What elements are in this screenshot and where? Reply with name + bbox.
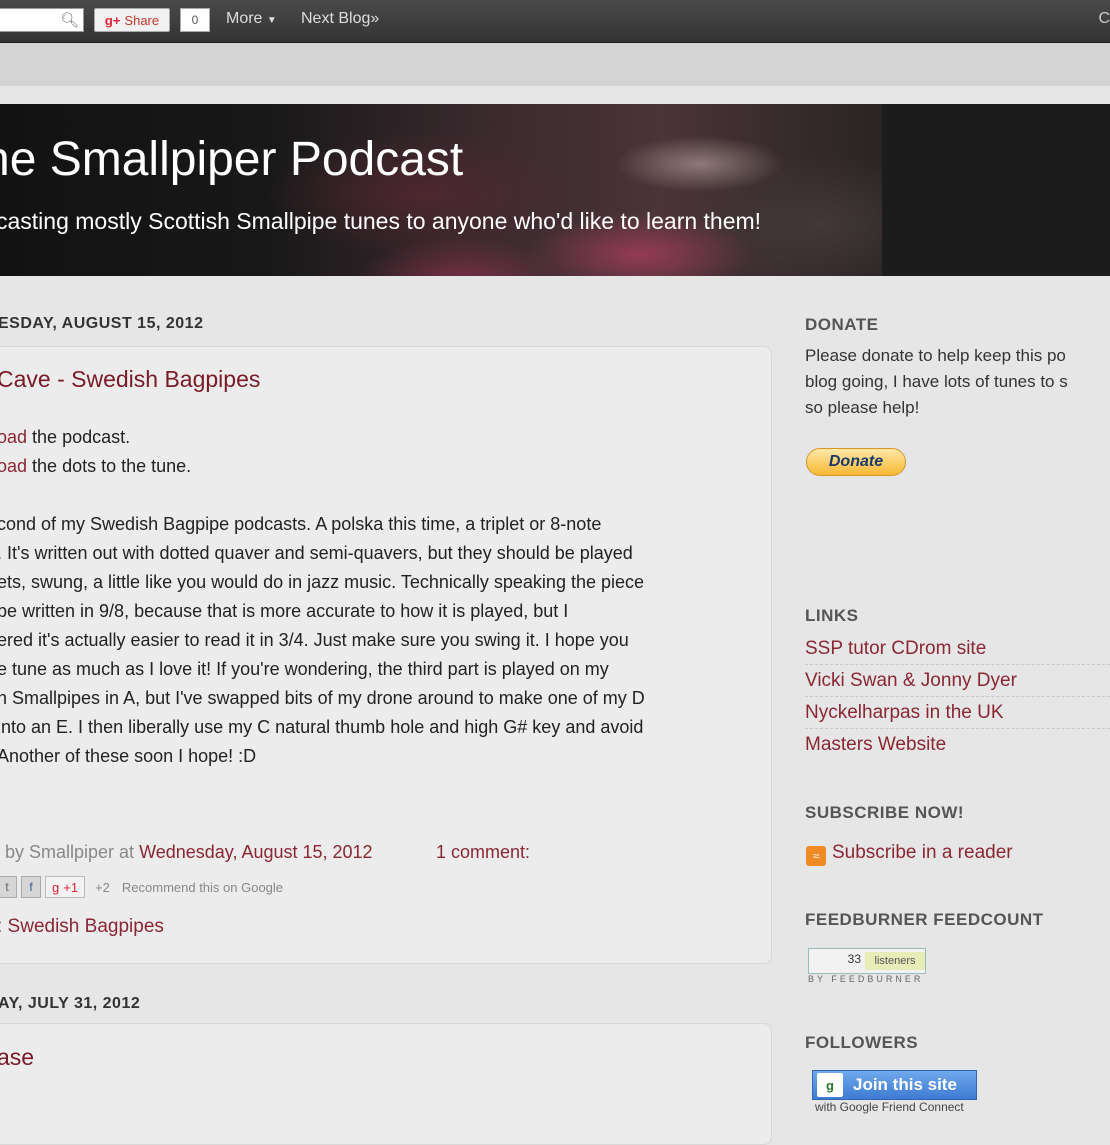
sidebar-link[interactable]: Vicki Swan & Jonny Dyer xyxy=(805,670,1110,697)
donate-heading: DONATE xyxy=(805,315,879,334)
join-site-button[interactable]: g Join this site xyxy=(812,1070,977,1100)
header-image xyxy=(0,104,882,276)
post-footer: by Smallpiper at Wednesday, August 15, 2… xyxy=(5,842,373,863)
post-title[interactable]: ase xyxy=(0,1044,34,1071)
feedcount-number: 33 xyxy=(847,952,861,966)
chevron-down-icon: ▼ xyxy=(266,15,277,26)
sidebar-link[interactable]: SSP tutor CDrom site xyxy=(805,638,1110,665)
donate-text: so please help! xyxy=(805,398,920,417)
followers-heading: FOLLOWERS xyxy=(805,1033,919,1052)
plus-one-label: +1 xyxy=(63,879,79,895)
feedburner-caption: BY FEEDBURNER xyxy=(808,974,924,984)
friend-connect-caption: with Google Friend Connect xyxy=(815,1100,964,1114)
rss-icon[interactable]: ≈ xyxy=(806,846,826,866)
blog-description: casting mostly Scottish Smallpipe tunes … xyxy=(0,208,762,234)
post-body-line: Another of these soon I hope! :D xyxy=(0,746,257,766)
share-facebook-icon[interactable]: f xyxy=(21,876,41,898)
share-label: Share xyxy=(124,12,160,28)
post-card xyxy=(0,1023,772,1145)
next-blog-link[interactable]: Next Blog» xyxy=(301,10,379,28)
blog-title[interactable]: he Smallpiper Podcast xyxy=(0,132,463,187)
post-body-line: into an E. I then liberally use my C nat… xyxy=(0,717,644,737)
share-twitter-icon[interactable]: t xyxy=(0,876,17,898)
download-line: oad the dots to the tune. xyxy=(0,456,191,477)
blogger-navbar: 🔍︎ g+ Share 0 More ▼ Next Blog» C xyxy=(0,0,1110,43)
post-body-line: cond of my Swedish Bagpipe podcasts. A p… xyxy=(0,514,602,534)
post-body-line: h Smallpipes in A, but I've swapped bits… xyxy=(0,688,645,708)
plus-one-button[interactable]: g +1 xyxy=(45,876,86,898)
post-title[interactable]: Cave - Swedish Bagpipes xyxy=(0,366,260,393)
post-timestamp-link[interactable]: Wednesday, August 15, 2012 xyxy=(139,842,373,862)
subscribe-heading: SUBSCRIBE NOW! xyxy=(805,803,965,822)
recommend-text: Recommend this on Google xyxy=(121,879,284,895)
plus-count: +2 xyxy=(95,879,110,895)
share-button[interactable]: g+ Share xyxy=(94,8,170,32)
comments-link[interactable]: 1 comment: xyxy=(436,842,530,863)
share-row: t f g +1 +2 Recommend this on Google xyxy=(0,876,283,898)
page-top-strip xyxy=(0,43,1110,86)
donate-text: Please donate to help keep this po xyxy=(805,346,1066,365)
sidebar-link[interactable]: Nyckelharpas in the UK xyxy=(805,702,1110,729)
c-icon[interactable]: C xyxy=(1098,10,1110,28)
more-menu[interactable]: More ▼ xyxy=(226,10,277,28)
friend-connect-icon: g xyxy=(817,1073,843,1097)
download-text: the dots to the tune. xyxy=(27,456,192,476)
google-plus-icon: g xyxy=(52,879,60,895)
post-body-line: ered it's actually easier to read it in … xyxy=(0,630,629,650)
post-body-line: be written in 9/8, because that is more … xyxy=(0,601,569,621)
blog-header xyxy=(0,104,1110,276)
posted-by: by Smallpiper at xyxy=(5,842,140,862)
search-icon[interactable]: 🔍︎ xyxy=(60,11,79,29)
sidebar-link[interactable]: Masters Website xyxy=(805,734,1110,760)
feedcount-label: listeners xyxy=(865,952,925,970)
post-labels-link[interactable]: : Swedish Bagpipes xyxy=(0,916,164,938)
download-text: the podcast. xyxy=(27,427,131,447)
post-body-line: ets, swung, a little like you would do i… xyxy=(0,572,645,592)
join-label: Join this site xyxy=(853,1075,957,1094)
download-podcast-link[interactable]: oad xyxy=(0,427,27,447)
feedcount-heading: FEEDBURNER FEEDCOUNT xyxy=(805,910,1044,929)
date-header: ESDAY, AUGUST 15, 2012 xyxy=(0,315,204,332)
search-input[interactable]: 🔍︎ xyxy=(0,8,84,32)
subscribe-link[interactable]: Subscribe in a reader xyxy=(832,842,1013,864)
post-body-line: e tune as much as I love it! If you're w… xyxy=(0,659,609,679)
date-header: AY, JULY 31, 2012 xyxy=(0,995,141,1012)
post-body-line: . It's written out with dotted quaver an… xyxy=(0,543,633,563)
donate-button[interactable]: Donate xyxy=(806,448,906,476)
feedcount-badge[interactable]: 33 listeners xyxy=(808,948,926,974)
more-label: More xyxy=(226,10,263,27)
donate-text: blog going, I have lots of tunes to s xyxy=(805,372,1068,391)
share-count: 0 xyxy=(180,8,210,32)
links-heading: LINKS xyxy=(805,606,859,625)
download-line: oad the podcast. xyxy=(0,427,130,448)
download-dots-link[interactable]: oad xyxy=(0,456,27,476)
google-plus-icon: g+ xyxy=(104,12,121,28)
